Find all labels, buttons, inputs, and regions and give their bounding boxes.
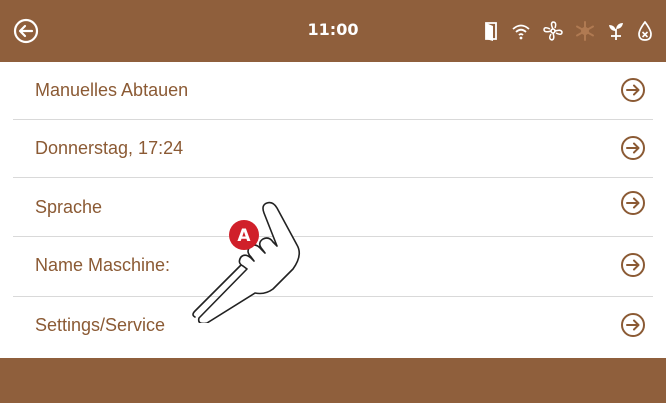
menu-item-label: Settings/Service <box>35 315 166 335</box>
menu-item-machine-name[interactable]: Name Maschine: <box>0 237 666 295</box>
menu-item-date-time[interactable]: Donnerstag, 17:24 <box>0 120 666 178</box>
status-icons <box>483 20 653 42</box>
pointing-hand-icon: A <box>192 201 301 323</box>
fan-icon <box>543 21 563 41</box>
menu-item-label: Name Maschine: <box>35 255 171 275</box>
annotation-marker-label: A <box>237 226 251 246</box>
menu-item-manual-defrost[interactable]: Manuelles Abtauen <box>0 62 666 120</box>
top-bar: 11:00 <box>0 0 666 62</box>
wifi-icon <box>512 24 530 40</box>
arrow-right-icon[interactable] <box>620 312 646 338</box>
arrow-right-icon[interactable] <box>620 252 646 278</box>
defrost-icon <box>576 21 594 41</box>
menu-item-label: Donnerstag, 17:24 <box>35 138 184 158</box>
divider <box>13 177 653 178</box>
bottom-bar <box>0 358 666 403</box>
water-drop-icon <box>638 21 652 41</box>
menu-item-label: Manuelles Abtauen <box>35 80 189 100</box>
arrow-right-icon[interactable] <box>620 77 646 103</box>
menu-item-settings-service[interactable]: Settings/Service <box>0 297 666 355</box>
menu-item-language[interactable]: Sprache <box>0 179 666 237</box>
arrow-right-icon[interactable] <box>620 190 646 216</box>
arrow-right-icon[interactable] <box>620 135 646 161</box>
door-icon <box>485 22 497 41</box>
menu-item-label: Sprache <box>35 197 103 217</box>
plant-icon <box>609 23 623 40</box>
